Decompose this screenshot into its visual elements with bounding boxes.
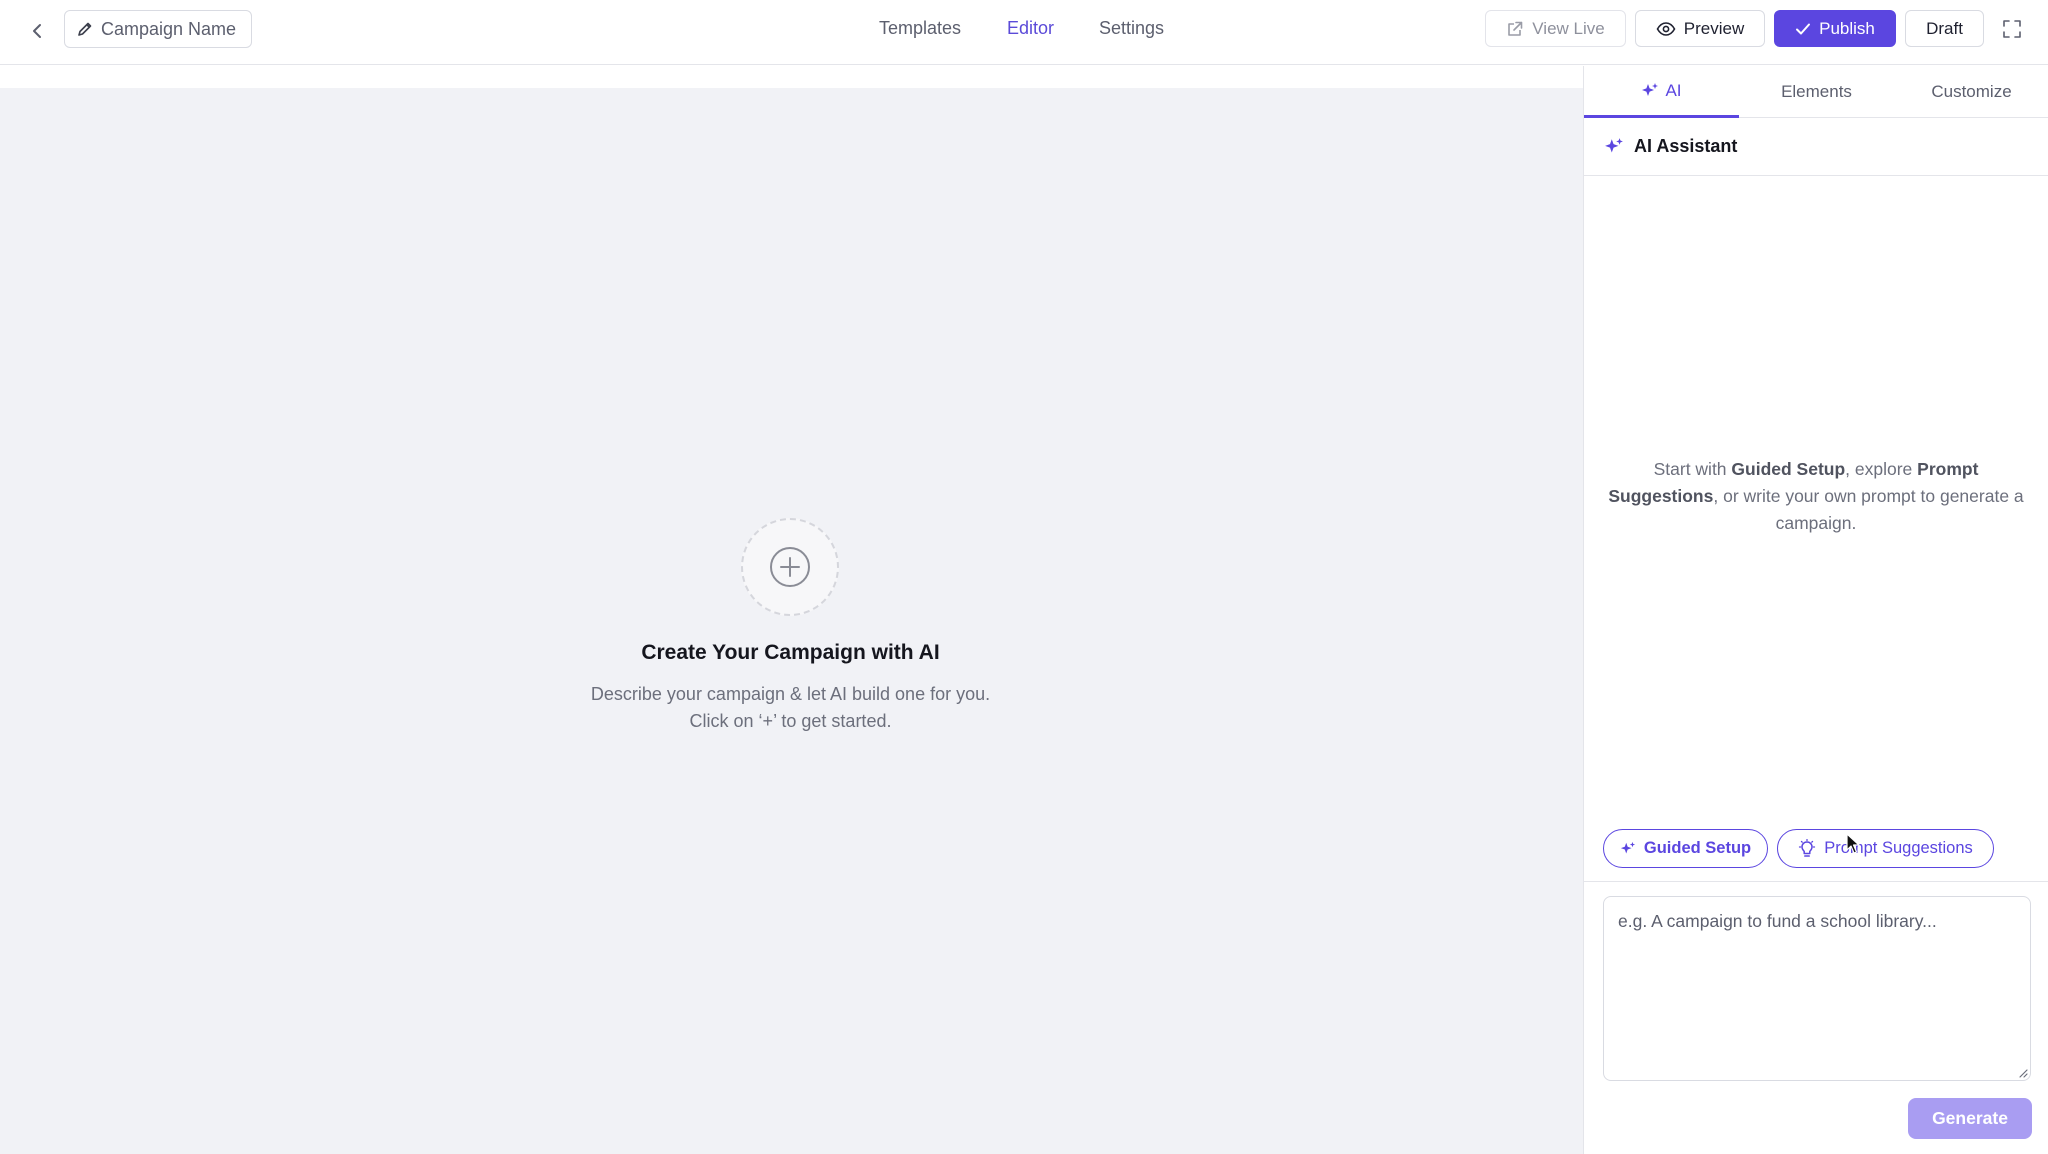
empty-state-line-2: Click on ‘+’ to get started. bbox=[689, 711, 892, 731]
generate-button[interactable]: Generate bbox=[1908, 1098, 2032, 1139]
tab-editor[interactable]: Editor bbox=[1007, 18, 1054, 39]
tab-elements[interactable]: Elements bbox=[1739, 66, 1894, 118]
sparkle-icon bbox=[1620, 841, 1635, 853]
plus-circle-icon bbox=[770, 547, 810, 587]
publish-label: Publish bbox=[1819, 18, 1875, 38]
preview-label: Preview bbox=[1683, 18, 1745, 38]
publish-button[interactable]: Publish bbox=[1774, 10, 1896, 47]
tab-ai-label: AI bbox=[1665, 80, 1682, 100]
assistant-title: AI Assistant bbox=[1634, 136, 1738, 156]
preview-button[interactable]: Preview bbox=[1635, 10, 1765, 47]
add-campaign-button[interactable] bbox=[741, 518, 839, 616]
tab-elements-label: Elements bbox=[1781, 82, 1852, 101]
check-icon bbox=[1796, 23, 1811, 34]
chevron-left-icon bbox=[33, 24, 41, 38]
ai-side-panel: AI Elements Customize AI Assistant Start… bbox=[1583, 66, 2048, 1154]
assistant-intro-text: Start with Guided Setup, explore Prompt … bbox=[1600, 456, 2032, 537]
intro-part-3: , or write your own prompt to generate a… bbox=[1713, 486, 2024, 533]
tab-settings[interactable]: Settings bbox=[1099, 18, 1164, 39]
resize-handle-icon[interactable] bbox=[2018, 1068, 2028, 1078]
intro-part-2: , explore bbox=[1845, 459, 1918, 479]
panel-tabs: AI Elements Customize bbox=[1584, 66, 2048, 118]
assistant-header: AI Assistant bbox=[1584, 118, 2048, 176]
expand-icon bbox=[2003, 20, 2021, 38]
intro-part-1: Start with bbox=[1653, 459, 1732, 479]
tab-customize-label: Customize bbox=[1931, 82, 2012, 101]
divider bbox=[1584, 881, 2048, 882]
guided-setup-label: Guided Setup bbox=[1643, 839, 1752, 857]
view-live-button[interactable]: View Live bbox=[1485, 10, 1626, 47]
top-bar: Campaign Name Templates Editor Settings … bbox=[0, 0, 2048, 65]
fullscreen-button[interactable] bbox=[2000, 17, 2024, 41]
sparkle-icon bbox=[1642, 82, 1659, 96]
draft-label: Draft bbox=[1926, 18, 1963, 38]
external-link-icon bbox=[1508, 21, 1523, 36]
guided-setup-button[interactable]: Guided Setup bbox=[1603, 829, 1768, 868]
prompt-suggestions-button[interactable]: Prompt Suggestions bbox=[1777, 829, 1994, 868]
draft-button[interactable]: Draft bbox=[1905, 10, 1984, 47]
tab-ai[interactable]: AI bbox=[1584, 66, 1739, 118]
lightbulb-icon bbox=[1799, 838, 1816, 857]
back-button[interactable] bbox=[22, 16, 52, 46]
canvas-area bbox=[0, 88, 1583, 1154]
pencil-icon bbox=[78, 22, 92, 36]
prompt-input[interactable] bbox=[1603, 896, 2031, 1081]
view-live-label: View Live bbox=[1532, 18, 1605, 38]
eye-icon bbox=[1656, 21, 1676, 36]
tab-templates[interactable]: Templates bbox=[879, 18, 961, 39]
prompt-suggestions-label: Prompt Suggestions bbox=[1824, 839, 1973, 857]
empty-state-description: Describe your campaign & let AI build on… bbox=[0, 681, 1581, 735]
intro-bold-guided: Guided Setup bbox=[1731, 459, 1846, 479]
campaign-name-label: Campaign Name bbox=[101, 18, 237, 39]
empty-state-title: Create Your Campaign with AI bbox=[641, 641, 940, 664]
tab-customize[interactable]: Customize bbox=[1894, 66, 2048, 118]
sparkle-icon bbox=[1605, 137, 1623, 153]
empty-state-line-1: Describe your campaign & let AI build on… bbox=[590, 684, 991, 704]
campaign-name-field[interactable]: Campaign Name bbox=[64, 10, 252, 48]
